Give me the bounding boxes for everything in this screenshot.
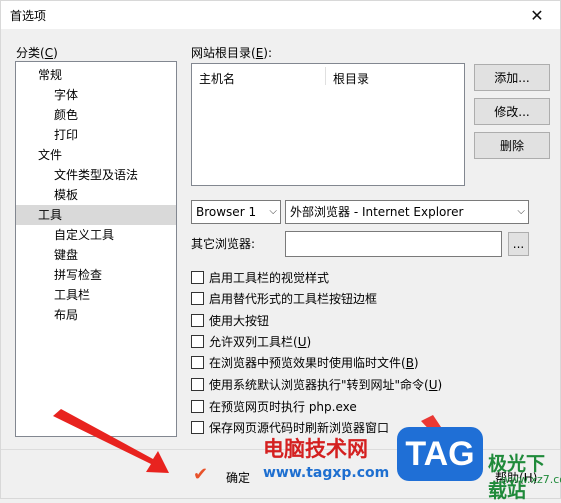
tree-item-tools[interactable]: 工具 [16, 205, 176, 225]
checkmark-icon: ✔ [193, 464, 209, 485]
external-browser-select[interactable]: 外部浏览器 - Internet Explorer ⌵ [285, 200, 529, 224]
checkbox[interactable] [191, 313, 204, 327]
tree-item-file-types[interactable]: 文件类型及语法 [16, 165, 176, 185]
add-button[interactable]: 添加... [474, 64, 550, 91]
edit-button[interactable]: 修改... [474, 98, 550, 125]
option-default-browser-goto-url[interactable]: 使用系统默认浏览器执行"转到网址"命令(U) [191, 375, 442, 393]
delete-button[interactable]: 删除 [474, 132, 550, 159]
title-bar: 首选项 ✕ [1, 1, 560, 29]
category-tree[interactable]: 常规 字体 颜色 打印 文件 文件类型及语法 模板 工具 自定义工具 键盘 拼写… [15, 61, 177, 437]
close-icon: ✕ [530, 5, 544, 25]
external-browser-value: 外部浏览器 - Internet Explorer [290, 205, 464, 219]
window-title: 首选项 [10, 9, 47, 23]
preferences-dialog: 首选项 ✕ 分类(C) 常规 字体 颜色 打印 文件 文件类型及语法 模板 工具… [0, 0, 561, 502]
checkbox[interactable] [191, 399, 204, 413]
tree-item-keyboard[interactable]: 键盘 [16, 245, 176, 265]
tree-item-general[interactable]: 常规 [16, 65, 176, 85]
tree-item-print[interactable]: 打印 [16, 125, 176, 145]
tree-item-file[interactable]: 文件 [16, 145, 176, 165]
column-header-host[interactable]: 主机名 [199, 70, 235, 87]
tree-item-color[interactable]: 颜色 [16, 105, 176, 125]
option-visual-styles[interactable]: 启用工具栏的视觉样式 [191, 268, 329, 286]
help-button[interactable]: 帮助(H) [495, 469, 537, 486]
tag-logo: TAG [397, 427, 483, 481]
divider [1, 449, 560, 450]
tree-item-layout[interactable]: 布局 [16, 305, 176, 325]
other-browser-label: 其它浏览器: [191, 237, 256, 251]
watermark-url: www.tagxp.com [263, 465, 390, 481]
checkbox[interactable] [191, 377, 204, 391]
option-double-row-toolbar[interactable]: 允许双列工具栏(U) [191, 332, 311, 350]
watermark-site-name: 电脑技术网 [263, 437, 368, 461]
site-root-label: 网站根目录(E): [191, 46, 273, 60]
tree-item-templates[interactable]: 模板 [16, 185, 176, 205]
tree-item-font[interactable]: 字体 [16, 85, 176, 105]
checkbox[interactable] [191, 334, 204, 348]
column-divider[interactable] [325, 67, 326, 85]
chevron-down-icon: ⌵ [269, 206, 277, 217]
tree-item-toolbar[interactable]: 工具栏 [16, 285, 176, 305]
checkbox[interactable] [191, 355, 204, 369]
option-run-php-on-preview[interactable]: 在预览网页时执行 php.exe [191, 397, 357, 415]
browser-select-value: Browser 1 [196, 205, 257, 219]
checkbox[interactable] [191, 420, 204, 434]
checkbox[interactable] [191, 270, 204, 284]
category-label: 分类(C) [16, 46, 58, 60]
tag-logo-text: TAG [405, 434, 475, 473]
ok-button[interactable]: 确定 [226, 469, 250, 486]
chevron-down-icon: ⌵ [517, 206, 525, 217]
column-header-root[interactable]: 根目录 [333, 70, 369, 87]
tree-item-spell-check[interactable]: 拼写检查 [16, 265, 176, 285]
tree-item-custom-tools[interactable]: 自定义工具 [16, 225, 176, 245]
browse-button[interactable]: ... [508, 232, 529, 256]
other-browser-input[interactable] [285, 231, 502, 257]
checkbox[interactable] [191, 291, 204, 305]
option-refresh-on-save[interactable]: 保存网页源代码时刷新浏览器窗口 [191, 418, 389, 436]
option-temp-file-preview[interactable]: 在浏览器中预览效果时使用临时文件(B) [191, 353, 419, 371]
site-root-list[interactable]: 主机名 根目录 [191, 63, 465, 186]
browser-select[interactable]: Browser 1 ⌵ [191, 200, 281, 224]
close-button[interactable]: ✕ [514, 1, 560, 29]
option-alt-button-border[interactable]: 启用替代形式的工具栏按钮边框 [191, 289, 377, 307]
option-large-buttons[interactable]: 使用大按钮 [191, 311, 269, 329]
